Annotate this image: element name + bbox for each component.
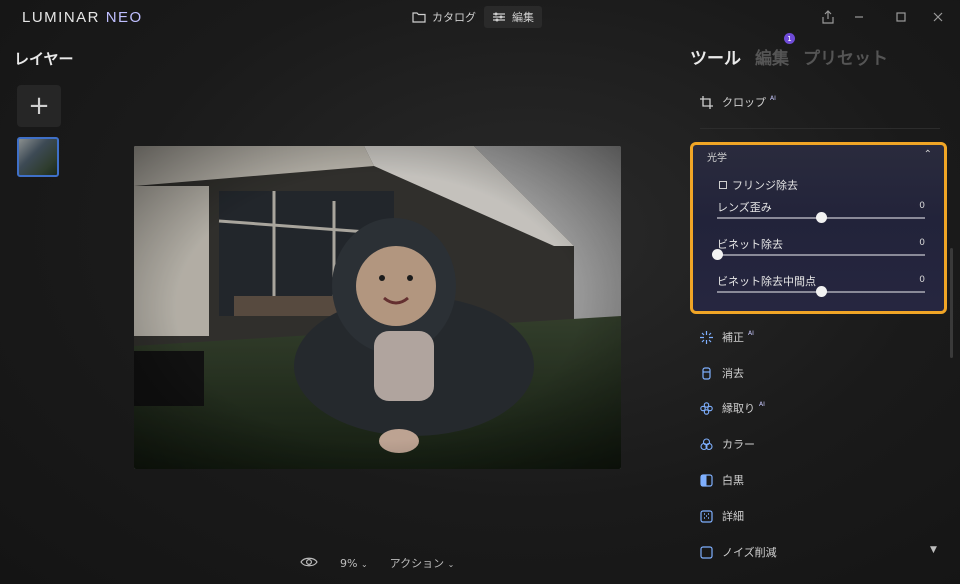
divider xyxy=(700,128,940,129)
layers-title: レイヤー xyxy=(14,50,74,68)
tab-catalog-label: カタログ xyxy=(432,11,476,24)
actions-dropdown[interactable]: アクション ⌄ xyxy=(390,555,455,571)
slider-thumb[interactable] xyxy=(712,249,723,260)
slider-thumb[interactable] xyxy=(816,286,827,297)
slider-thumb[interactable] xyxy=(816,212,827,223)
eraser-icon xyxy=(700,366,713,380)
tool-details-label: 詳細 xyxy=(722,510,744,523)
crop-icon xyxy=(700,95,713,109)
tab-presets[interactable]: プリセット xyxy=(803,44,888,69)
add-layer-button[interactable]: + xyxy=(17,85,61,127)
fringe-removal-checkbox[interactable]: フリンジ除去 xyxy=(719,177,798,193)
top-bar: LUMINAR NEO カタログ 編集 xyxy=(0,0,960,34)
checkbox-box[interactable] xyxy=(719,181,727,189)
sparkle-icon xyxy=(700,330,713,344)
scroll-down-icon[interactable]: ▼ xyxy=(930,545,937,555)
sliders-icon xyxy=(493,12,505,22)
color-circles-icon xyxy=(700,437,713,451)
zoom-dropdown[interactable]: 9% ⌄ xyxy=(340,557,368,570)
tool-bw-label: 白黒 xyxy=(722,474,744,487)
tool-enhance-label: 補正 xyxy=(722,331,744,344)
app-logo: LUMINAR NEO xyxy=(22,9,143,26)
panel-scrollbar[interactable] xyxy=(950,248,953,358)
slider-label: ビネット除去 xyxy=(717,238,783,251)
tool-color[interactable]: カラー xyxy=(700,433,755,455)
tab-edits-label: 編集 xyxy=(755,49,789,69)
ai-badge: AI xyxy=(770,94,776,102)
eye-icon[interactable] xyxy=(300,556,318,571)
tab-edits[interactable]: 編集 1 xyxy=(755,33,795,69)
slider-label: レンズ歪み xyxy=(717,201,772,214)
square-outline-icon xyxy=(700,545,713,559)
tool-bw[interactable]: 白黒 xyxy=(700,469,744,491)
flower-icon xyxy=(700,401,713,415)
bottom-bar: 9% ⌄ アクション ⌄ xyxy=(300,553,454,573)
tab-edit[interactable]: 編集 xyxy=(484,6,542,28)
photo-canvas[interactable] xyxy=(134,146,621,469)
tool-denoise-label: ノイズ削減 xyxy=(722,546,777,559)
tool-structure[interactable]: 縁取り AI xyxy=(700,397,765,419)
grid-icon xyxy=(700,509,713,523)
half-square-icon xyxy=(700,473,713,487)
panel-tabs: ツール 編集 1 プリセット xyxy=(690,33,888,69)
tool-denoise[interactable]: ノイズ削減 xyxy=(700,541,777,563)
share-icon[interactable] xyxy=(820,9,836,25)
tool-enhance[interactable]: 補正 AI xyxy=(700,326,754,348)
chevron-down-icon: ⌄ xyxy=(447,560,455,569)
slider-value: 0 xyxy=(919,275,925,285)
photo-image xyxy=(134,146,621,469)
tool-structure-label: 縁取り xyxy=(722,402,755,415)
optics-panel: 光学 ⌃ フリンジ除去 レンズ歪み 0 ビネット除去 0 ビネット除去中間点 0 xyxy=(690,142,947,314)
maximize-icon[interactable] xyxy=(893,9,909,25)
layer-thumbnail[interactable] xyxy=(17,137,59,177)
actions-label: アクション xyxy=(389,557,445,570)
slider-value: 0 xyxy=(919,201,925,211)
zoom-value: 9% xyxy=(340,556,358,570)
tab-edit-label: 編集 xyxy=(512,11,534,24)
chevron-down-icon: ⌄ xyxy=(360,559,368,569)
tool-crop-label: クロップ xyxy=(722,96,766,109)
optics-title: 光学 xyxy=(707,153,727,164)
tab-catalog[interactable]: カタログ xyxy=(404,6,484,28)
tab-tools[interactable]: ツール xyxy=(690,44,741,69)
folder-icon xyxy=(412,12,426,23)
fringe-removal-label: フリンジ除去 xyxy=(732,179,798,192)
close-icon[interactable] xyxy=(930,9,946,25)
ai-badge: AI xyxy=(759,400,765,408)
slider-value: 0 xyxy=(919,238,925,248)
tool-crop[interactable]: クロップ AI xyxy=(700,91,776,113)
chevron-up-icon[interactable]: ⌃ xyxy=(924,149,932,160)
slider-track[interactable] xyxy=(717,254,925,256)
tool-details[interactable]: 詳細 xyxy=(700,505,744,527)
tool-erase-label: 消去 xyxy=(722,367,744,380)
slider-label: ビネット除去中間点 xyxy=(717,275,816,288)
minimize-icon[interactable] xyxy=(851,9,867,25)
ai-badge: AI xyxy=(748,329,754,337)
tool-erase[interactable]: 消去 xyxy=(700,362,744,384)
tool-color-label: カラー xyxy=(722,438,755,451)
edits-badge: 1 xyxy=(784,33,795,44)
